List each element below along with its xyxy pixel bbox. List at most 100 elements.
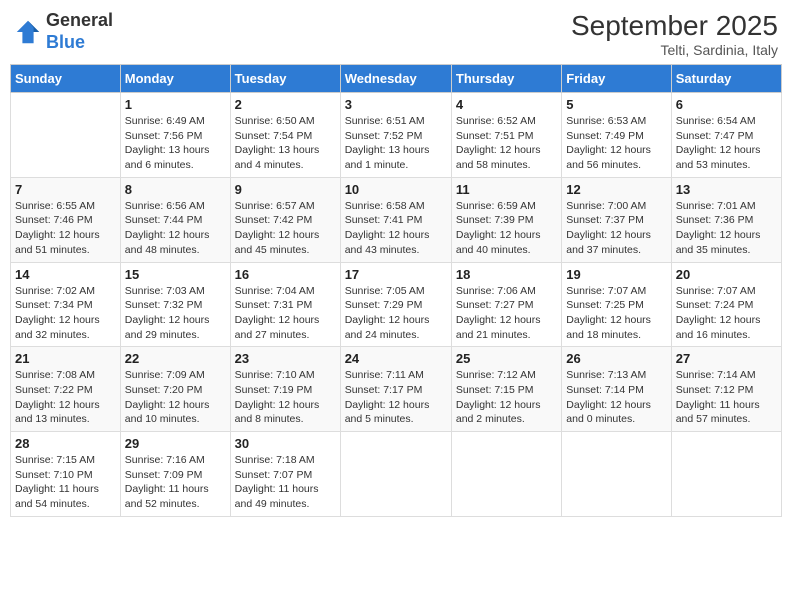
day-number: 16 bbox=[235, 267, 336, 282]
day-number: 5 bbox=[566, 97, 666, 112]
day-info: Sunrise: 6:49 AMSunset: 7:56 PMDaylight:… bbox=[125, 114, 226, 173]
day-info: Sunrise: 7:01 AMSunset: 7:36 PMDaylight:… bbox=[676, 199, 777, 258]
day-info: Sunrise: 7:18 AMSunset: 7:07 PMDaylight:… bbox=[235, 453, 336, 512]
calendar-cell: 20 Sunrise: 7:07 AMSunset: 7:24 PMDayligh… bbox=[671, 262, 781, 347]
day-number: 24 bbox=[345, 351, 447, 366]
calendar-week-row: 21 Sunrise: 7:08 AMSunset: 7:22 PMDayligh… bbox=[11, 347, 782, 432]
day-number: 10 bbox=[345, 182, 447, 197]
calendar-cell: 16 Sunrise: 7:04 AMSunset: 7:31 PMDayligh… bbox=[230, 262, 340, 347]
calendar-cell: 15 Sunrise: 7:03 AMSunset: 7:32 PMDayligh… bbox=[120, 262, 230, 347]
calendar-cell: 26 Sunrise: 7:13 AMSunset: 7:14 PMDayligh… bbox=[562, 347, 671, 432]
day-number: 12 bbox=[566, 182, 666, 197]
calendar-cell: 1 Sunrise: 6:49 AMSunset: 7:56 PMDaylight… bbox=[120, 93, 230, 178]
calendar-cell: 25 Sunrise: 7:12 AMSunset: 7:15 PMDayligh… bbox=[451, 347, 561, 432]
day-info: Sunrise: 7:10 AMSunset: 7:19 PMDaylight:… bbox=[235, 368, 336, 427]
day-info: Sunrise: 7:05 AMSunset: 7:29 PMDaylight:… bbox=[345, 284, 447, 343]
day-number: 1 bbox=[125, 97, 226, 112]
day-info: Sunrise: 7:16 AMSunset: 7:09 PMDaylight:… bbox=[125, 453, 226, 512]
day-number: 28 bbox=[15, 436, 116, 451]
day-info: Sunrise: 7:07 AMSunset: 7:24 PMDaylight:… bbox=[676, 284, 777, 343]
day-info: Sunrise: 7:09 AMSunset: 7:20 PMDaylight:… bbox=[125, 368, 226, 427]
day-number: 23 bbox=[235, 351, 336, 366]
day-number: 14 bbox=[15, 267, 116, 282]
day-number: 18 bbox=[456, 267, 557, 282]
day-number: 7 bbox=[15, 182, 116, 197]
calendar-cell: 6Sunrise: 6:54 AMSunset: 7:47 PMDaylight… bbox=[671, 93, 781, 178]
calendar-cell: 18 Sunrise: 7:06 AMSunset: 7:27 PMDayligh… bbox=[451, 262, 561, 347]
day-header-tuesday: Tuesday bbox=[230, 65, 340, 93]
calendar-cell bbox=[11, 93, 121, 178]
day-info: Sunrise: 6:56 AMSunset: 7:44 PMDaylight:… bbox=[125, 199, 226, 258]
day-number: 13 bbox=[676, 182, 777, 197]
day-number: 29 bbox=[125, 436, 226, 451]
day-info: Sunrise: 7:12 AMSunset: 7:15 PMDaylight:… bbox=[456, 368, 557, 427]
calendar-week-row: 1 Sunrise: 6:49 AMSunset: 7:56 PMDaylight… bbox=[11, 93, 782, 178]
day-number: 25 bbox=[456, 351, 557, 366]
day-info: Sunrise: 6:53 AMSunset: 7:49 PMDaylight:… bbox=[566, 114, 666, 173]
day-info: Sunrise: 7:04 AMSunset: 7:31 PMDaylight:… bbox=[235, 284, 336, 343]
calendar-cell: 7 Sunrise: 6:55 AMSunset: 7:46 PMDaylight… bbox=[11, 177, 121, 262]
day-number: 9 bbox=[235, 182, 336, 197]
calendar-cell: 14 Sunrise: 7:02 AMSunset: 7:34 PMDayligh… bbox=[11, 262, 121, 347]
calendar-cell: 12 Sunrise: 7:00 AMSunset: 7:37 PMDayligh… bbox=[562, 177, 671, 262]
day-number: 19 bbox=[566, 267, 666, 282]
day-info: Sunrise: 6:57 AMSunset: 7:42 PMDaylight:… bbox=[235, 199, 336, 258]
day-info: Sunrise: 7:07 AMSunset: 7:25 PMDaylight:… bbox=[566, 284, 666, 343]
calendar-cell: 2 Sunrise: 6:50 AMSunset: 7:54 PMDaylight… bbox=[230, 93, 340, 178]
day-number: 21 bbox=[15, 351, 116, 366]
day-info: Sunrise: 7:02 AMSunset: 7:34 PMDaylight:… bbox=[15, 284, 116, 343]
month-title: September 2025 bbox=[571, 10, 778, 42]
calendar-cell: 4 Sunrise: 6:52 AMSunset: 7:51 PMDaylight… bbox=[451, 93, 561, 178]
calendar-week-row: 14 Sunrise: 7:02 AMSunset: 7:34 PMDayligh… bbox=[11, 262, 782, 347]
calendar-cell: 17 Sunrise: 7:05 AMSunset: 7:29 PMDayligh… bbox=[340, 262, 451, 347]
calendar-cell: 9 Sunrise: 6:57 AMSunset: 7:42 PMDaylight… bbox=[230, 177, 340, 262]
day-info: Sunrise: 7:06 AMSunset: 7:27 PMDaylight:… bbox=[456, 284, 557, 343]
calendar-cell bbox=[671, 432, 781, 517]
calendar-week-row: 28Sunrise: 7:15 AMSunset: 7:10 PMDayligh… bbox=[11, 432, 782, 517]
day-info: Sunrise: 6:55 AMSunset: 7:46 PMDaylight:… bbox=[15, 199, 116, 258]
calendar-cell bbox=[451, 432, 561, 517]
logo-blue-text: Blue bbox=[46, 32, 113, 54]
day-number: 11 bbox=[456, 182, 557, 197]
calendar-cell bbox=[340, 432, 451, 517]
day-info: Sunrise: 6:52 AMSunset: 7:51 PMDaylight:… bbox=[456, 114, 557, 173]
day-number: 27 bbox=[676, 351, 777, 366]
day-header-friday: Friday bbox=[562, 65, 671, 93]
day-info: Sunrise: 7:03 AMSunset: 7:32 PMDaylight:… bbox=[125, 284, 226, 343]
day-info: Sunrise: 6:50 AMSunset: 7:54 PMDaylight:… bbox=[235, 114, 336, 173]
page-header: General Blue September 2025 Telti, Sardi… bbox=[10, 10, 782, 58]
day-info: Sunrise: 6:51 AMSunset: 7:52 PMDaylight:… bbox=[345, 114, 447, 173]
calendar-cell: 19 Sunrise: 7:07 AMSunset: 7:25 PMDayligh… bbox=[562, 262, 671, 347]
day-header-sunday: Sunday bbox=[11, 65, 121, 93]
day-info: Sunrise: 7:08 AMSunset: 7:22 PMDaylight:… bbox=[15, 368, 116, 427]
day-number: 30 bbox=[235, 436, 336, 451]
day-number: 20 bbox=[676, 267, 777, 282]
calendar-cell: 29 Sunrise: 7:16 AMSunset: 7:09 PMDayligh… bbox=[120, 432, 230, 517]
calendar-cell: 10 Sunrise: 6:58 AMSunset: 7:41 PMDayligh… bbox=[340, 177, 451, 262]
day-number: 17 bbox=[345, 267, 447, 282]
calendar-cell: 21 Sunrise: 7:08 AMSunset: 7:22 PMDayligh… bbox=[11, 347, 121, 432]
day-info: Sunrise: 7:00 AMSunset: 7:37 PMDaylight:… bbox=[566, 199, 666, 258]
day-number: 4 bbox=[456, 97, 557, 112]
title-block: September 2025 Telti, Sardinia, Italy bbox=[571, 10, 778, 58]
day-number: 8 bbox=[125, 182, 226, 197]
calendar-cell: 13 Sunrise: 7:01 AMSunset: 7:36 PMDayligh… bbox=[671, 177, 781, 262]
day-info: Sunrise: 7:14 AMSunset: 7:12 PMDaylight:… bbox=[676, 368, 777, 427]
day-info: Sunrise: 6:59 AMSunset: 7:39 PMDaylight:… bbox=[456, 199, 557, 258]
location: Telti, Sardinia, Italy bbox=[571, 42, 778, 58]
calendar-cell: 27 Sunrise: 7:14 AMSunset: 7:12 PMDayligh… bbox=[671, 347, 781, 432]
calendar-cell: 28Sunrise: 7:15 AMSunset: 7:10 PMDayligh… bbox=[11, 432, 121, 517]
calendar-header-row: SundayMondayTuesdayWednesdayThursdayFrid… bbox=[11, 65, 782, 93]
day-number: 2 bbox=[235, 97, 336, 112]
calendar-cell: 5 Sunrise: 6:53 AMSunset: 7:49 PMDaylight… bbox=[562, 93, 671, 178]
day-info: Sunrise: 6:58 AMSunset: 7:41 PMDaylight:… bbox=[345, 199, 447, 258]
day-number: 26 bbox=[566, 351, 666, 366]
logo-icon bbox=[14, 18, 42, 46]
calendar-cell: 24 Sunrise: 7:11 AMSunset: 7:17 PMDayligh… bbox=[340, 347, 451, 432]
day-number: 15 bbox=[125, 267, 226, 282]
day-info: Sunrise: 7:11 AMSunset: 7:17 PMDaylight:… bbox=[345, 368, 447, 427]
day-info: Sunrise: 7:13 AMSunset: 7:14 PMDaylight:… bbox=[566, 368, 666, 427]
day-number: 3 bbox=[345, 97, 447, 112]
day-header-monday: Monday bbox=[120, 65, 230, 93]
day-header-wednesday: Wednesday bbox=[340, 65, 451, 93]
